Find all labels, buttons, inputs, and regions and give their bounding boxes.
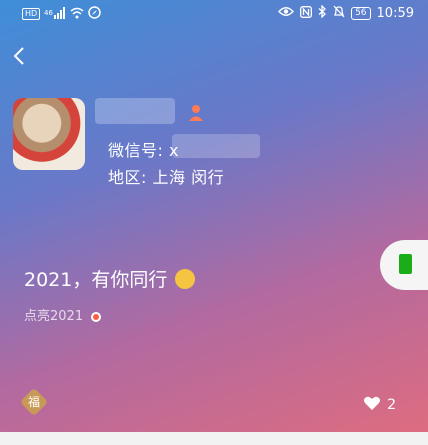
status-bar-right: 56 10:59 — [278, 4, 414, 22]
svg-text:46: 46 — [44, 9, 53, 17]
signal-icon: 46 — [44, 6, 66, 22]
bottom-strip — [0, 432, 428, 445]
back-button[interactable] — [10, 44, 30, 68]
likes[interactable]: 2 — [363, 395, 396, 415]
like-count: 2 — [387, 397, 396, 413]
status-bar: HD 46 56 10:59 — [0, 0, 428, 28]
hd-badge: HD — [22, 8, 41, 20]
bluetooth-icon — [318, 4, 327, 22]
eye-icon — [278, 6, 295, 21]
avatar[interactable] — [13, 98, 85, 170]
status-tag-label: 点亮2021 — [24, 309, 84, 324]
fu-icon[interactable]: 福 — [19, 387, 49, 417]
side-tab[interactable] — [380, 240, 428, 290]
wechat-id-redacted — [172, 134, 260, 158]
mute-bell-icon — [333, 5, 345, 22]
status-bar-left: HD 46 — [22, 6, 101, 22]
nickname-redacted — [95, 98, 175, 124]
heart-icon — [363, 395, 381, 415]
compass-icon — [88, 6, 101, 22]
wifi-icon — [70, 7, 84, 22]
record-dot-icon — [91, 312, 102, 322]
hug-emoji-icon — [175, 269, 196, 289]
document-icon — [399, 254, 412, 274]
region: 地区: 上海 闵行 — [108, 168, 225, 187]
wechat-id: 微信号: x — [108, 141, 179, 160]
chevron-left-icon — [13, 47, 24, 65]
status-text-label: 2021，有你同行 — [24, 269, 168, 291]
nfc-icon — [300, 5, 313, 22]
status-tag[interactable]: 点亮2021 — [24, 305, 102, 324]
person-icon — [188, 104, 204, 126]
status-text: 2021，有你同行 — [24, 265, 196, 292]
battery-indicator: 56 — [351, 7, 371, 20]
clock-time: 10:59 — [376, 6, 414, 21]
